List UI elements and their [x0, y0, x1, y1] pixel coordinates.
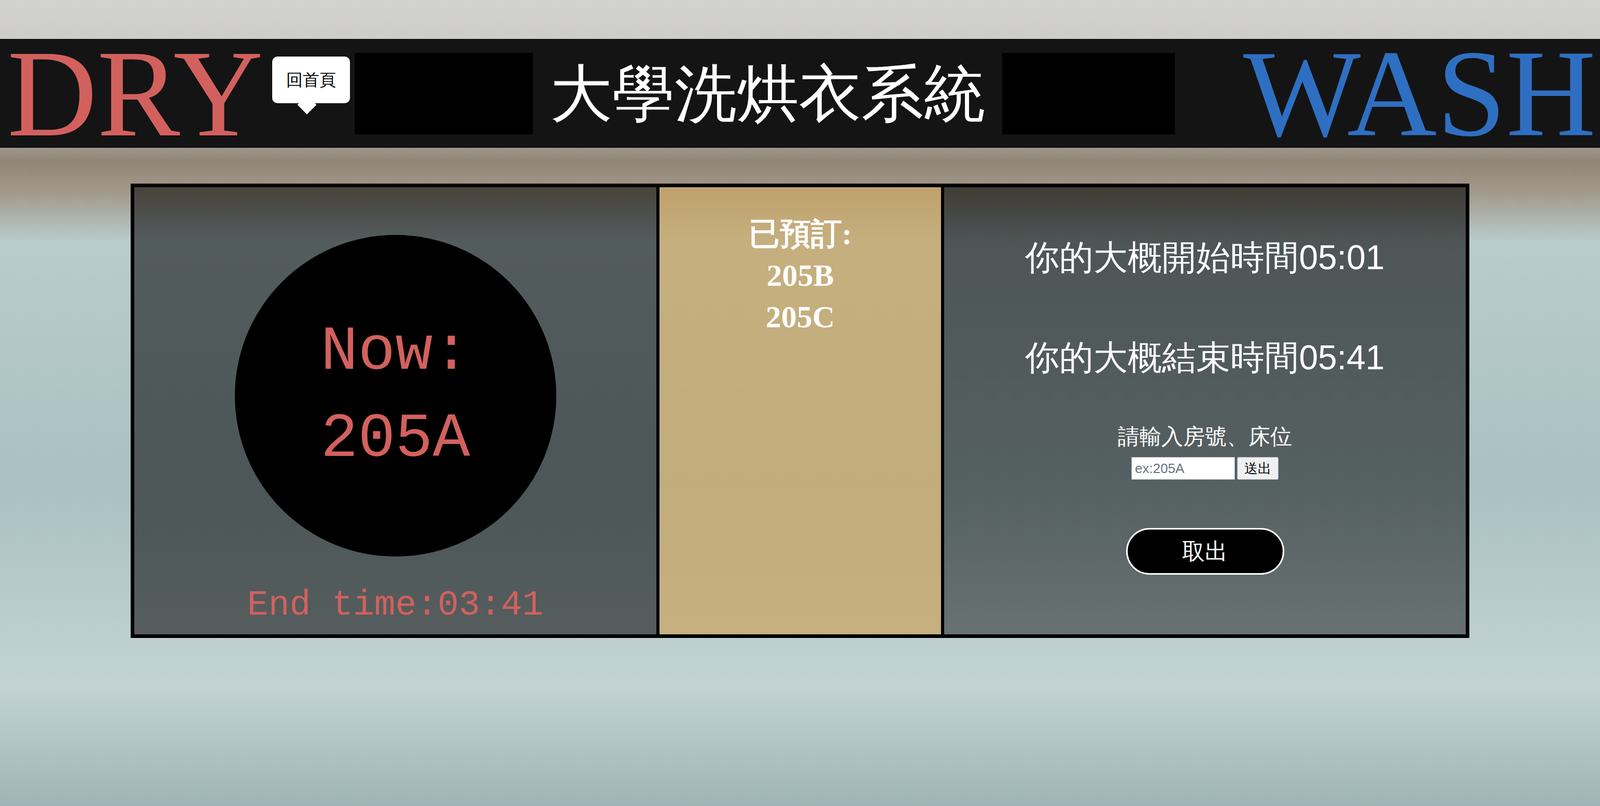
current-room: 205A: [320, 395, 470, 483]
take-out-button[interactable]: 取出: [1126, 527, 1285, 575]
start-time: 你的大概開始時間05:01: [1025, 236, 1385, 278]
current-column: Now:205A End time:03:41: [134, 187, 660, 635]
current-circle: Now:205A: [234, 234, 557, 557]
redaction-box: [354, 52, 533, 135]
now-label: Now:: [320, 308, 470, 396]
estimate-column: 你的大概開始時間05:01 你的大概結束時間05:41 請輸入房號、床位送出取出: [944, 187, 1466, 635]
reserved-column: 已預訂:205B205C: [659, 187, 945, 635]
room-input[interactable]: [1131, 456, 1235, 480]
redaction-box: [1002, 52, 1175, 135]
main-panel: Now:205AEnd time:03:41已預訂:205B205C你的大概開始…: [130, 183, 1470, 638]
input-prompt: 請輸入房號、床位: [1117, 422, 1293, 451]
reserved-label: 已預訂:: [748, 213, 853, 255]
home-button[interactable]: 回首頁: [272, 56, 350, 104]
submit-button[interactable]: 送出: [1237, 456, 1279, 480]
reserved-room: 205B: [766, 254, 834, 297]
end-time: End time:03:41: [247, 587, 544, 623]
wash-logo: WASH: [1243, 43, 1600, 144]
end-time-estimate: 你的大概結束時間05:41: [1025, 336, 1385, 378]
dry-logo: DRY: [0, 43, 263, 144]
room-form: 送出: [1131, 456, 1279, 480]
page-title: 大學洗烘衣系統: [532, 55, 1003, 131]
header-bar: DRY回首頁 大學洗烘衣系統 WASH: [0, 38, 1600, 148]
laundry-page: DRY回首頁 大學洗烘衣系統 WASH Now:205A End time:03:41 已…: [0, 0, 1600, 806]
reserved-room: 205C: [765, 296, 835, 338]
home-button-wrap: 回首頁: [272, 56, 350, 104]
